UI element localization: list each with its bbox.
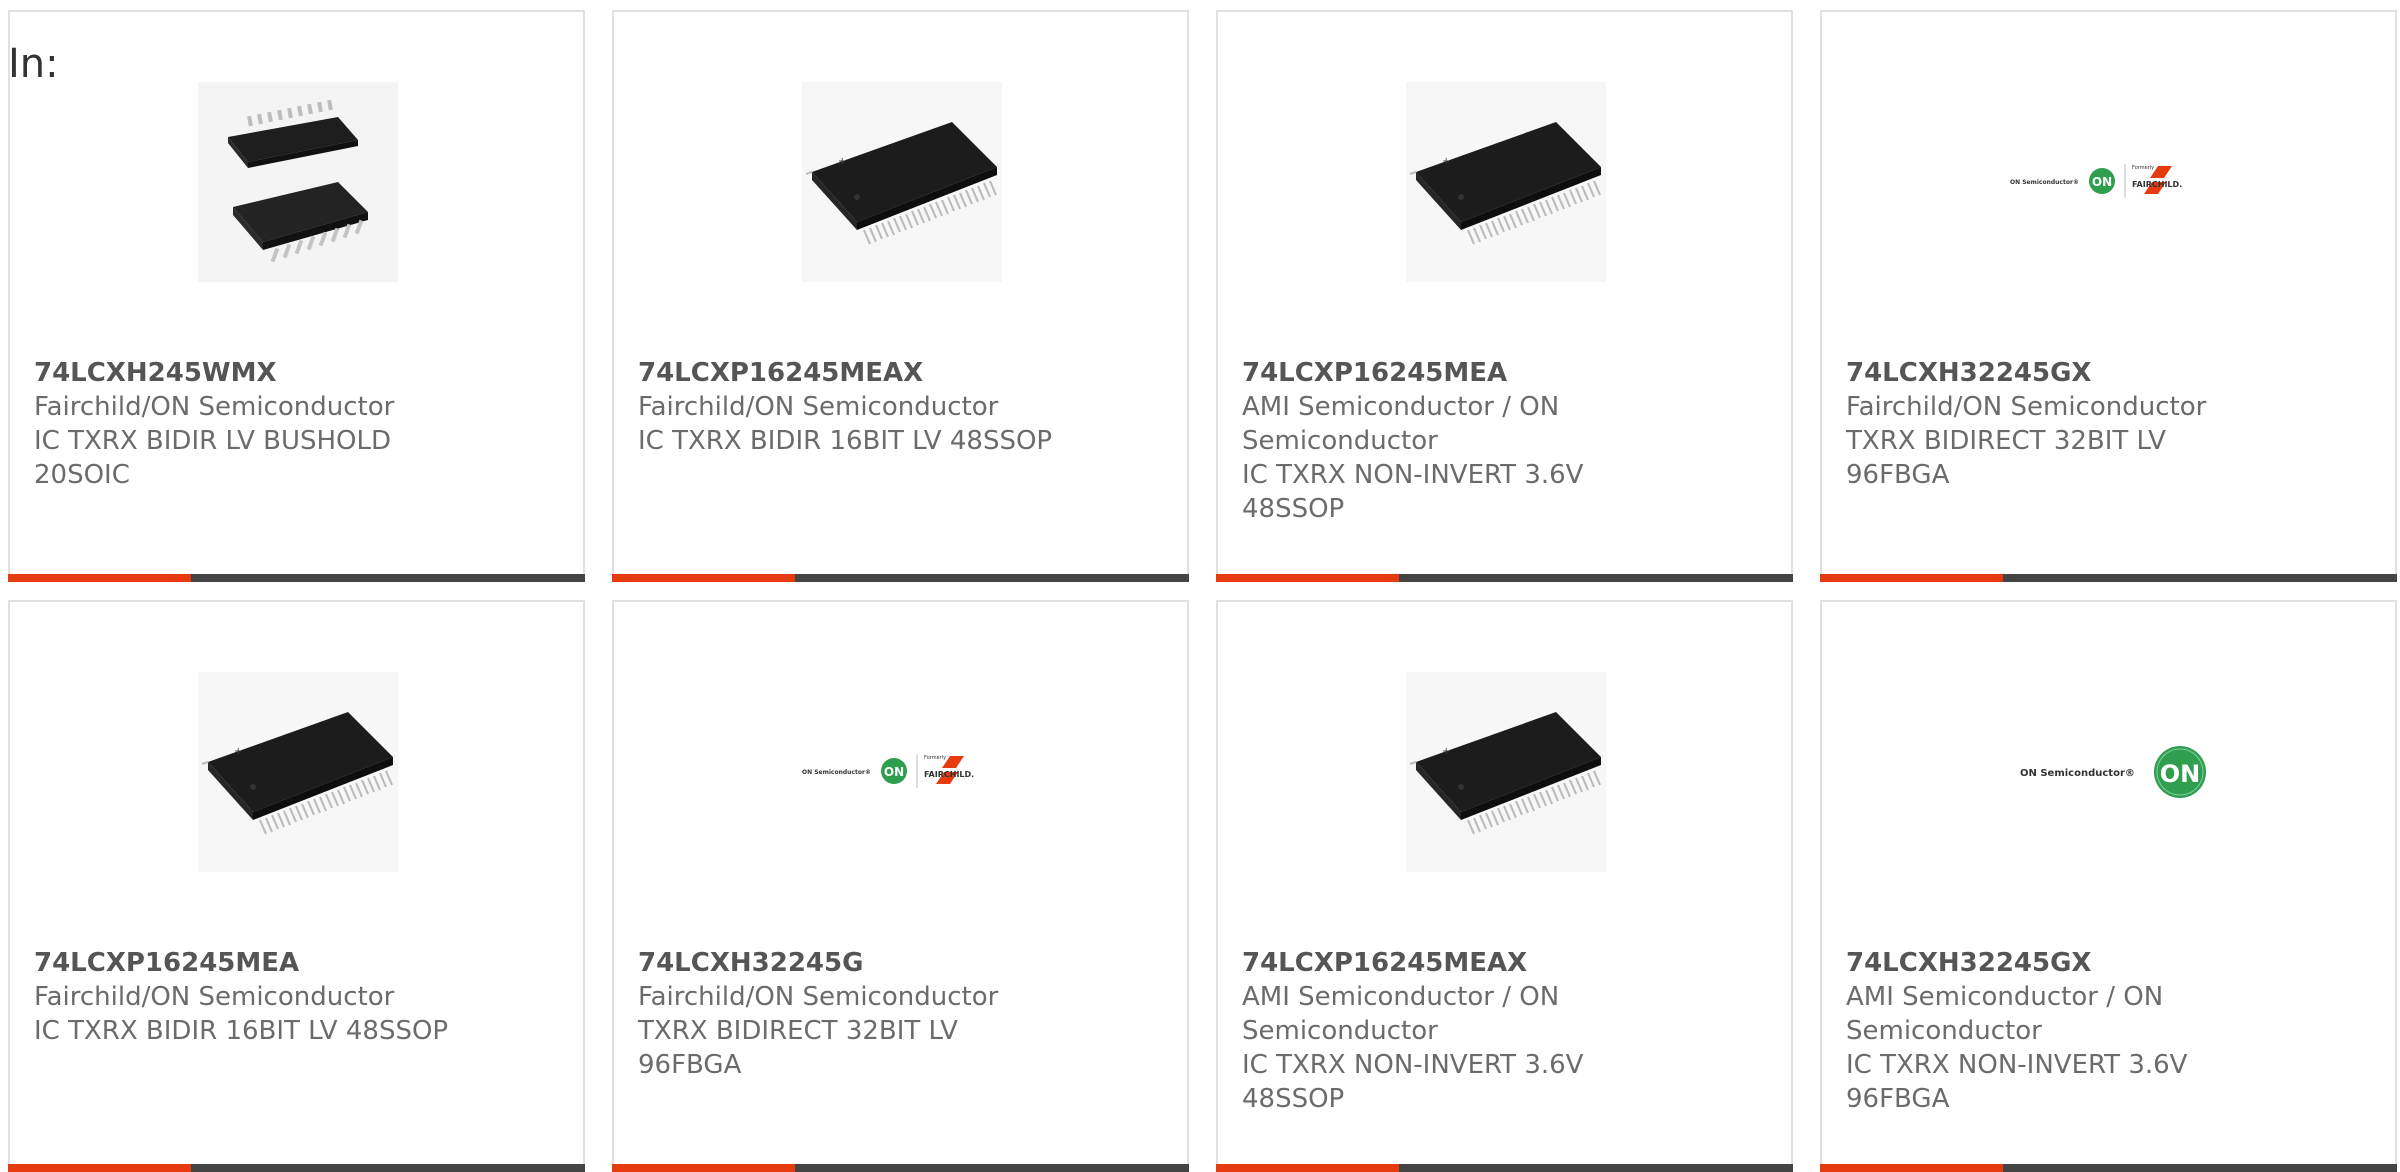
part-number[interactable]: 74LCXP16245MEAX — [638, 356, 1058, 390]
product-image[interactable] — [198, 82, 398, 282]
product-info: 74LCXH32245GX Fairchild/ON Semiconductor T… — [1846, 356, 2266, 492]
manufacturer: Fairchild/ON Semiconductor — [638, 982, 999, 1012]
manufacturer: AMI Semiconductor / ON Semiconductor — [1242, 392, 1560, 456]
description: IC TXRX BIDIR 16BIT LV 48SSOP — [638, 426, 1053, 456]
on-badge-text: ON — [2160, 760, 2201, 788]
on-semi-small-text: ON Semiconductor® — [802, 769, 871, 776]
product-card[interactable]: ON Semiconductor® ON Formerly FAIRCHILD.… — [612, 600, 1189, 1172]
description: IC TXRX BIDIR LV BUSHOLD 20SOIC — [34, 426, 392, 490]
part-number[interactable]: 74LCXH245WMX — [34, 356, 454, 390]
fairchild-text: FAIRCHILD. — [2132, 180, 2182, 189]
product-card[interactable]: + 74LCXP16245MEA AMI Semiconductor / ON S… — [1216, 10, 1793, 582]
description: IC TXRX BIDIR 16BIT LV 48SSOP — [34, 1016, 449, 1046]
part-number[interactable]: 74LCXH32245GX — [1846, 356, 2266, 390]
description: IC TXRX NON-INVERT 3.6V 48SSOP — [1242, 460, 1584, 524]
ssop-chip-image: + — [802, 82, 1002, 282]
card-footer-accent — [1216, 1164, 1399, 1172]
in-label: In: — [8, 41, 59, 87]
product-info: 74LCXP16245MEAX Fairchild/ON Semiconducto… — [638, 356, 1058, 458]
on-semiconductor-logo-image: ON Semiconductor® ON — [2020, 746, 2206, 798]
svg-text:+: + — [1442, 746, 1450, 757]
manufacturer: Fairchild/ON Semiconductor — [638, 392, 999, 422]
card-footer-bar — [612, 574, 1189, 582]
manufacturer: AMI Semiconductor / ON Semiconductor — [1242, 982, 1560, 1046]
card-footer-bar — [1216, 574, 1793, 582]
svg-text:+: + — [838, 156, 846, 167]
on-semi-small-text: ON Semiconductor® — [2010, 179, 2079, 186]
product-info: 74LCXP16245MEA Fairchild/ON Semiconductor… — [34, 946, 454, 1048]
product-info: 74LCXH245WMX Fairchild/ON Semiconductor IC… — [34, 356, 454, 492]
product-grid: 74LCXH245WMX Fairchild/ON Semiconductor IC… — [0, 0, 2400, 1172]
description: IC TXRX NON-INVERT 3.6V 48SSOP — [1242, 1050, 1584, 1114]
svg-text:+: + — [234, 746, 242, 757]
card-footer-bar — [1820, 1164, 2397, 1172]
product-image[interactable]: + — [802, 82, 1002, 282]
manufacturer: AMI Semiconductor / ON Semiconductor — [1846, 982, 2164, 1046]
part-number[interactable]: 74LCXH32245G — [638, 946, 1058, 980]
product-info: 74LCXP16245MEAX AMI Semiconductor / ON Se… — [1242, 946, 1662, 1116]
ssop-chip-image: + — [1406, 82, 1606, 282]
card-footer-accent — [1216, 574, 1399, 582]
product-image[interactable]: + — [1406, 672, 1606, 872]
card-footer-accent — [612, 1164, 795, 1172]
on-fairchild-logo-image: ON Semiconductor® ON Formerly FAIRCHILD. — [802, 754, 974, 788]
card-footer-bar — [8, 1164, 585, 1172]
card-footer-bar — [1820, 574, 2397, 582]
product-card[interactable]: ON Semiconductor® ON Formerly FAIRCHILD.… — [1820, 10, 2397, 582]
product-image[interactable]: + — [198, 672, 398, 872]
product-card[interactable]: + 74LCXP16245MEAX AMI Semiconductor / ON … — [1216, 600, 1793, 1172]
card-footer-bar — [8, 574, 585, 582]
formerly-text: Formerly — [2132, 165, 2154, 171]
formerly-text: Formerly — [924, 755, 946, 761]
card-footer-bar — [1216, 1164, 1793, 1172]
part-number[interactable]: 74LCXP16245MEA — [34, 946, 454, 980]
ssop-chip-image: + — [1406, 672, 1606, 872]
ssop-chip-image: + — [198, 672, 398, 872]
description: TXRX BIDIRECT 32BIT LV 96FBGA — [638, 1016, 958, 1080]
product-card[interactable]: 74LCXH245WMX Fairchild/ON Semiconductor IC… — [8, 10, 585, 582]
description: IC TXRX NON-INVERT 3.6V 96FBGA — [1846, 1050, 2188, 1114]
product-card[interactable]: ON Semiconductor® ON 74LCXH32245GX AMI Se… — [1820, 600, 2397, 1172]
description: TXRX BIDIRECT 32BIT LV 96FBGA — [1846, 426, 2166, 490]
part-number[interactable]: 74LCXP16245MEA — [1242, 356, 1662, 390]
fairchild-text: FAIRCHILD. — [924, 770, 974, 779]
product-image[interactable]: + — [1406, 82, 1606, 282]
product-info: 74LCXH32245GX AMI Semiconductor / ON Semi… — [1846, 946, 2266, 1116]
product-image[interactable]: ON Semiconductor® ON Formerly FAIRCHILD. — [2010, 82, 2210, 282]
manufacturer: Fairchild/ON Semiconductor — [34, 392, 395, 422]
part-number[interactable]: 74LCXH32245GX — [1846, 946, 2266, 980]
product-card[interactable]: + 74LCXP16245MEA Fairchild/ON Semiconduct… — [8, 600, 585, 1172]
product-image[interactable]: ON Semiconductor® ON Formerly FAIRCHILD. — [802, 672, 1002, 872]
card-footer-accent — [8, 1164, 191, 1172]
on-badge-text: ON — [884, 765, 904, 779]
product-info: 74LCXP16245MEA AMI Semiconductor / ON Sem… — [1242, 356, 1662, 526]
on-fairchild-logo-image: ON Semiconductor® ON Formerly FAIRCHILD. — [2010, 164, 2182, 198]
card-footer-accent — [8, 574, 191, 582]
card-footer-accent — [1820, 574, 2003, 582]
product-image[interactable]: ON Semiconductor® ON — [2010, 672, 2210, 872]
card-footer-accent — [612, 574, 795, 582]
svg-text:+: + — [1442, 156, 1450, 167]
product-info: 74LCXH32245G Fairchild/ON Semiconductor TX… — [638, 946, 1058, 1082]
manufacturer: Fairchild/ON Semiconductor — [34, 982, 395, 1012]
card-footer-accent — [1820, 1164, 2003, 1172]
product-card[interactable]: + 74LCXP16245MEAX Fairchild/ON Semiconduc… — [612, 10, 1189, 582]
card-footer-bar — [612, 1164, 1189, 1172]
part-number[interactable]: 74LCXP16245MEAX — [1242, 946, 1662, 980]
soic-chip-image — [198, 82, 398, 282]
on-semi-text: ON Semiconductor® — [2020, 768, 2135, 779]
on-badge-text: ON — [2092, 175, 2112, 189]
manufacturer: Fairchild/ON Semiconductor — [1846, 392, 2207, 422]
